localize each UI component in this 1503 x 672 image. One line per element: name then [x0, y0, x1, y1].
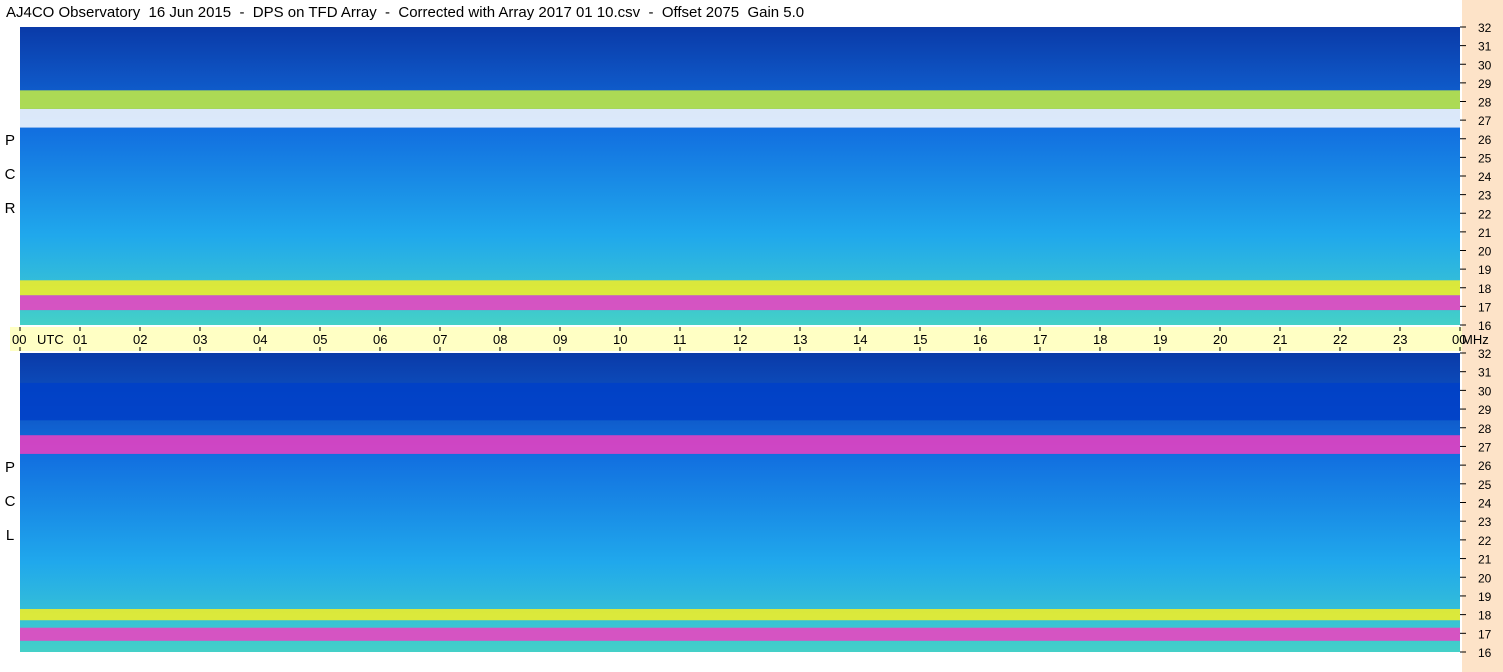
mhz-tick-label-1-29: 29 — [1478, 77, 1492, 91]
utc-tick-label-8: 08 — [493, 332, 507, 347]
utc-tick-label-0: 00 — [12, 332, 26, 347]
utc-tick-label-2: 02 — [133, 332, 147, 347]
mhz-tick-label-2-19: 19 — [1478, 590, 1492, 604]
utc-tick-label-11: 11 — [673, 332, 687, 347]
mhz-tick-label-2-23: 23 — [1478, 515, 1492, 529]
utc-tick-label-16: 16 — [973, 332, 987, 347]
mhz-tick-label-1-31: 31 — [1478, 40, 1492, 54]
utc-tick-label-1: 01 — [73, 332, 87, 347]
mhz-tick-label-2-31: 31 — [1478, 366, 1492, 380]
utc-tick-label-21: 21 — [1273, 332, 1287, 347]
intensity-band-1-2 — [20, 280, 1460, 296]
utc-tick-label-6: 06 — [373, 332, 387, 347]
utc-tick-label-23: 23 — [1393, 332, 1407, 347]
utc-tick-label-5: 05 — [313, 332, 327, 347]
mhz-tick-label-1-26: 26 — [1478, 133, 1492, 147]
intensity-band-1-3 — [20, 108, 1460, 128]
intensity-band-2-2 — [20, 609, 1460, 621]
mhz-tick-label-1-18: 18 — [1478, 282, 1492, 296]
mhz-tick-label-1-24: 24 — [1478, 170, 1492, 184]
intensity-band-1-4 — [20, 90, 1460, 109]
utc-unit-label: UTC — [37, 332, 64, 347]
utc-tick-label-9: 09 — [553, 332, 567, 347]
utc-tick-label-13: 13 — [793, 332, 807, 347]
utc-tick-label-3: 03 — [193, 332, 207, 347]
mhz-tick-label-2-16: 16 — [1478, 646, 1492, 660]
mhz-tick-label-2-25: 25 — [1478, 478, 1492, 492]
mhz-tick-label-2-21: 21 — [1478, 553, 1492, 567]
mhz-tick-label-1-23: 23 — [1478, 189, 1492, 203]
intensity-band-2-1 — [20, 627, 1460, 641]
mhz-tick-label-2-18: 18 — [1478, 609, 1492, 623]
utc-tick-label-17: 17 — [1033, 332, 1047, 347]
utc-tick-label-7: 07 — [433, 332, 447, 347]
utc-tick-label-18: 18 — [1093, 332, 1107, 347]
utc-tick-label-15: 15 — [913, 332, 927, 347]
utc-tick-label-22: 22 — [1333, 332, 1347, 347]
mhz-tick-label-2-30: 30 — [1478, 384, 1492, 398]
mhz-tick-label-2-27: 27 — [1478, 440, 1492, 454]
mhz-tick-label-1-21: 21 — [1478, 226, 1492, 240]
mhz-tick-label-1-22: 22 — [1478, 207, 1492, 221]
mhz-tick-label-1-19: 19 — [1478, 263, 1492, 277]
spectrogram-chart: 16 17 18 19 20 21 22 23 24 25 26 27 28 29 30 31 32 16 17 18… — [12, 21, 1492, 660]
utc-tick-label-4: 04 — [253, 332, 267, 347]
mhz-tick-label-1-28: 28 — [1478, 96, 1492, 110]
utc-tick-label-10: 10 — [613, 332, 627, 347]
utc-tick-label-14: 14 — [853, 332, 867, 347]
mhz-tick-label-2-28: 28 — [1478, 422, 1492, 436]
mhz-tick-label-1-32: 32 — [1478, 21, 1492, 35]
mhz-tick-label-1-16: 16 — [1478, 319, 1492, 333]
mhz-tick-label-1-17: 17 — [1478, 300, 1492, 314]
mhz-tick-label-2-20: 20 — [1478, 571, 1492, 585]
mhz-tick-label-1-25: 25 — [1478, 151, 1492, 165]
mhz-unit-label: MHz — [1462, 332, 1489, 347]
utc-tick-label-12: 12 — [733, 332, 747, 347]
utc-tick-label-19: 19 — [1153, 332, 1167, 347]
mhz-tick-label-2-29: 29 — [1478, 403, 1492, 417]
mhz-tick-label-1-20: 20 — [1478, 245, 1492, 259]
mhz-tick-label-2-32: 32 — [1478, 347, 1492, 361]
intensity-band-2-3 — [20, 435, 1460, 454]
mhz-tick-label-2-17: 17 — [1478, 627, 1492, 641]
mhz-tick-label-2-24: 24 — [1478, 497, 1492, 511]
mhz-tick-label-2-22: 22 — [1478, 534, 1492, 548]
mhz-tick-label-2-26: 26 — [1478, 459, 1492, 473]
mhz-tick-label-1-27: 27 — [1478, 114, 1492, 128]
mhz-tick-label-1-30: 30 — [1478, 58, 1492, 72]
intensity-band-2-4 — [20, 382, 1460, 421]
utc-tick-label-20: 20 — [1213, 332, 1227, 347]
intensity-band-1-1 — [20, 295, 1460, 311]
